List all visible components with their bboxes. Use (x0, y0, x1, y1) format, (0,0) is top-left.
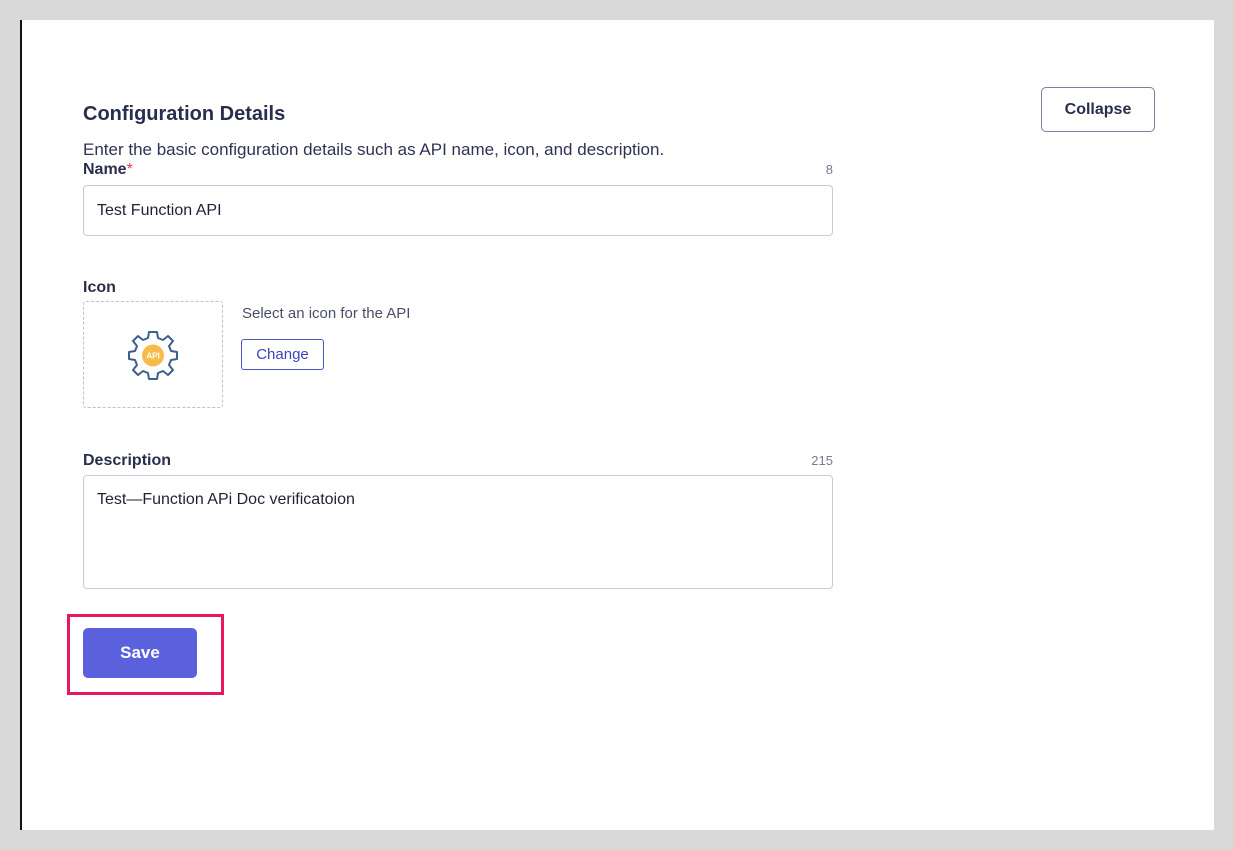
section-title: Configuration Details (83, 103, 286, 125)
description-label: Description (83, 452, 172, 469)
save-button[interactable]: Save (83, 628, 197, 678)
description-char-count: 215 (811, 453, 833, 468)
configuration-panel: Configuration Details Enter the basic co… (20, 20, 1214, 830)
section-subtitle: Enter the basic configuration details su… (83, 140, 665, 159)
icon-label: Icon (83, 279, 116, 296)
icon-hint: Select an icon for the API (242, 305, 411, 322)
collapse-button[interactable]: Collapse (1041, 87, 1155, 132)
name-label: Name* (83, 159, 133, 181)
name-char-count: 8 (825, 162, 833, 177)
name-input[interactable] (83, 185, 833, 236)
gear-api-icon: API (128, 330, 178, 380)
icon-text: API (146, 351, 159, 360)
description-input[interactable]: Test—Function APi Doc verificatoion (83, 475, 833, 589)
required-marker: * (126, 161, 133, 178)
name-label-text: Name (83, 161, 127, 178)
change-icon-button[interactable]: Change (241, 339, 324, 370)
icon-preview-box[interactable]: API (83, 301, 223, 408)
